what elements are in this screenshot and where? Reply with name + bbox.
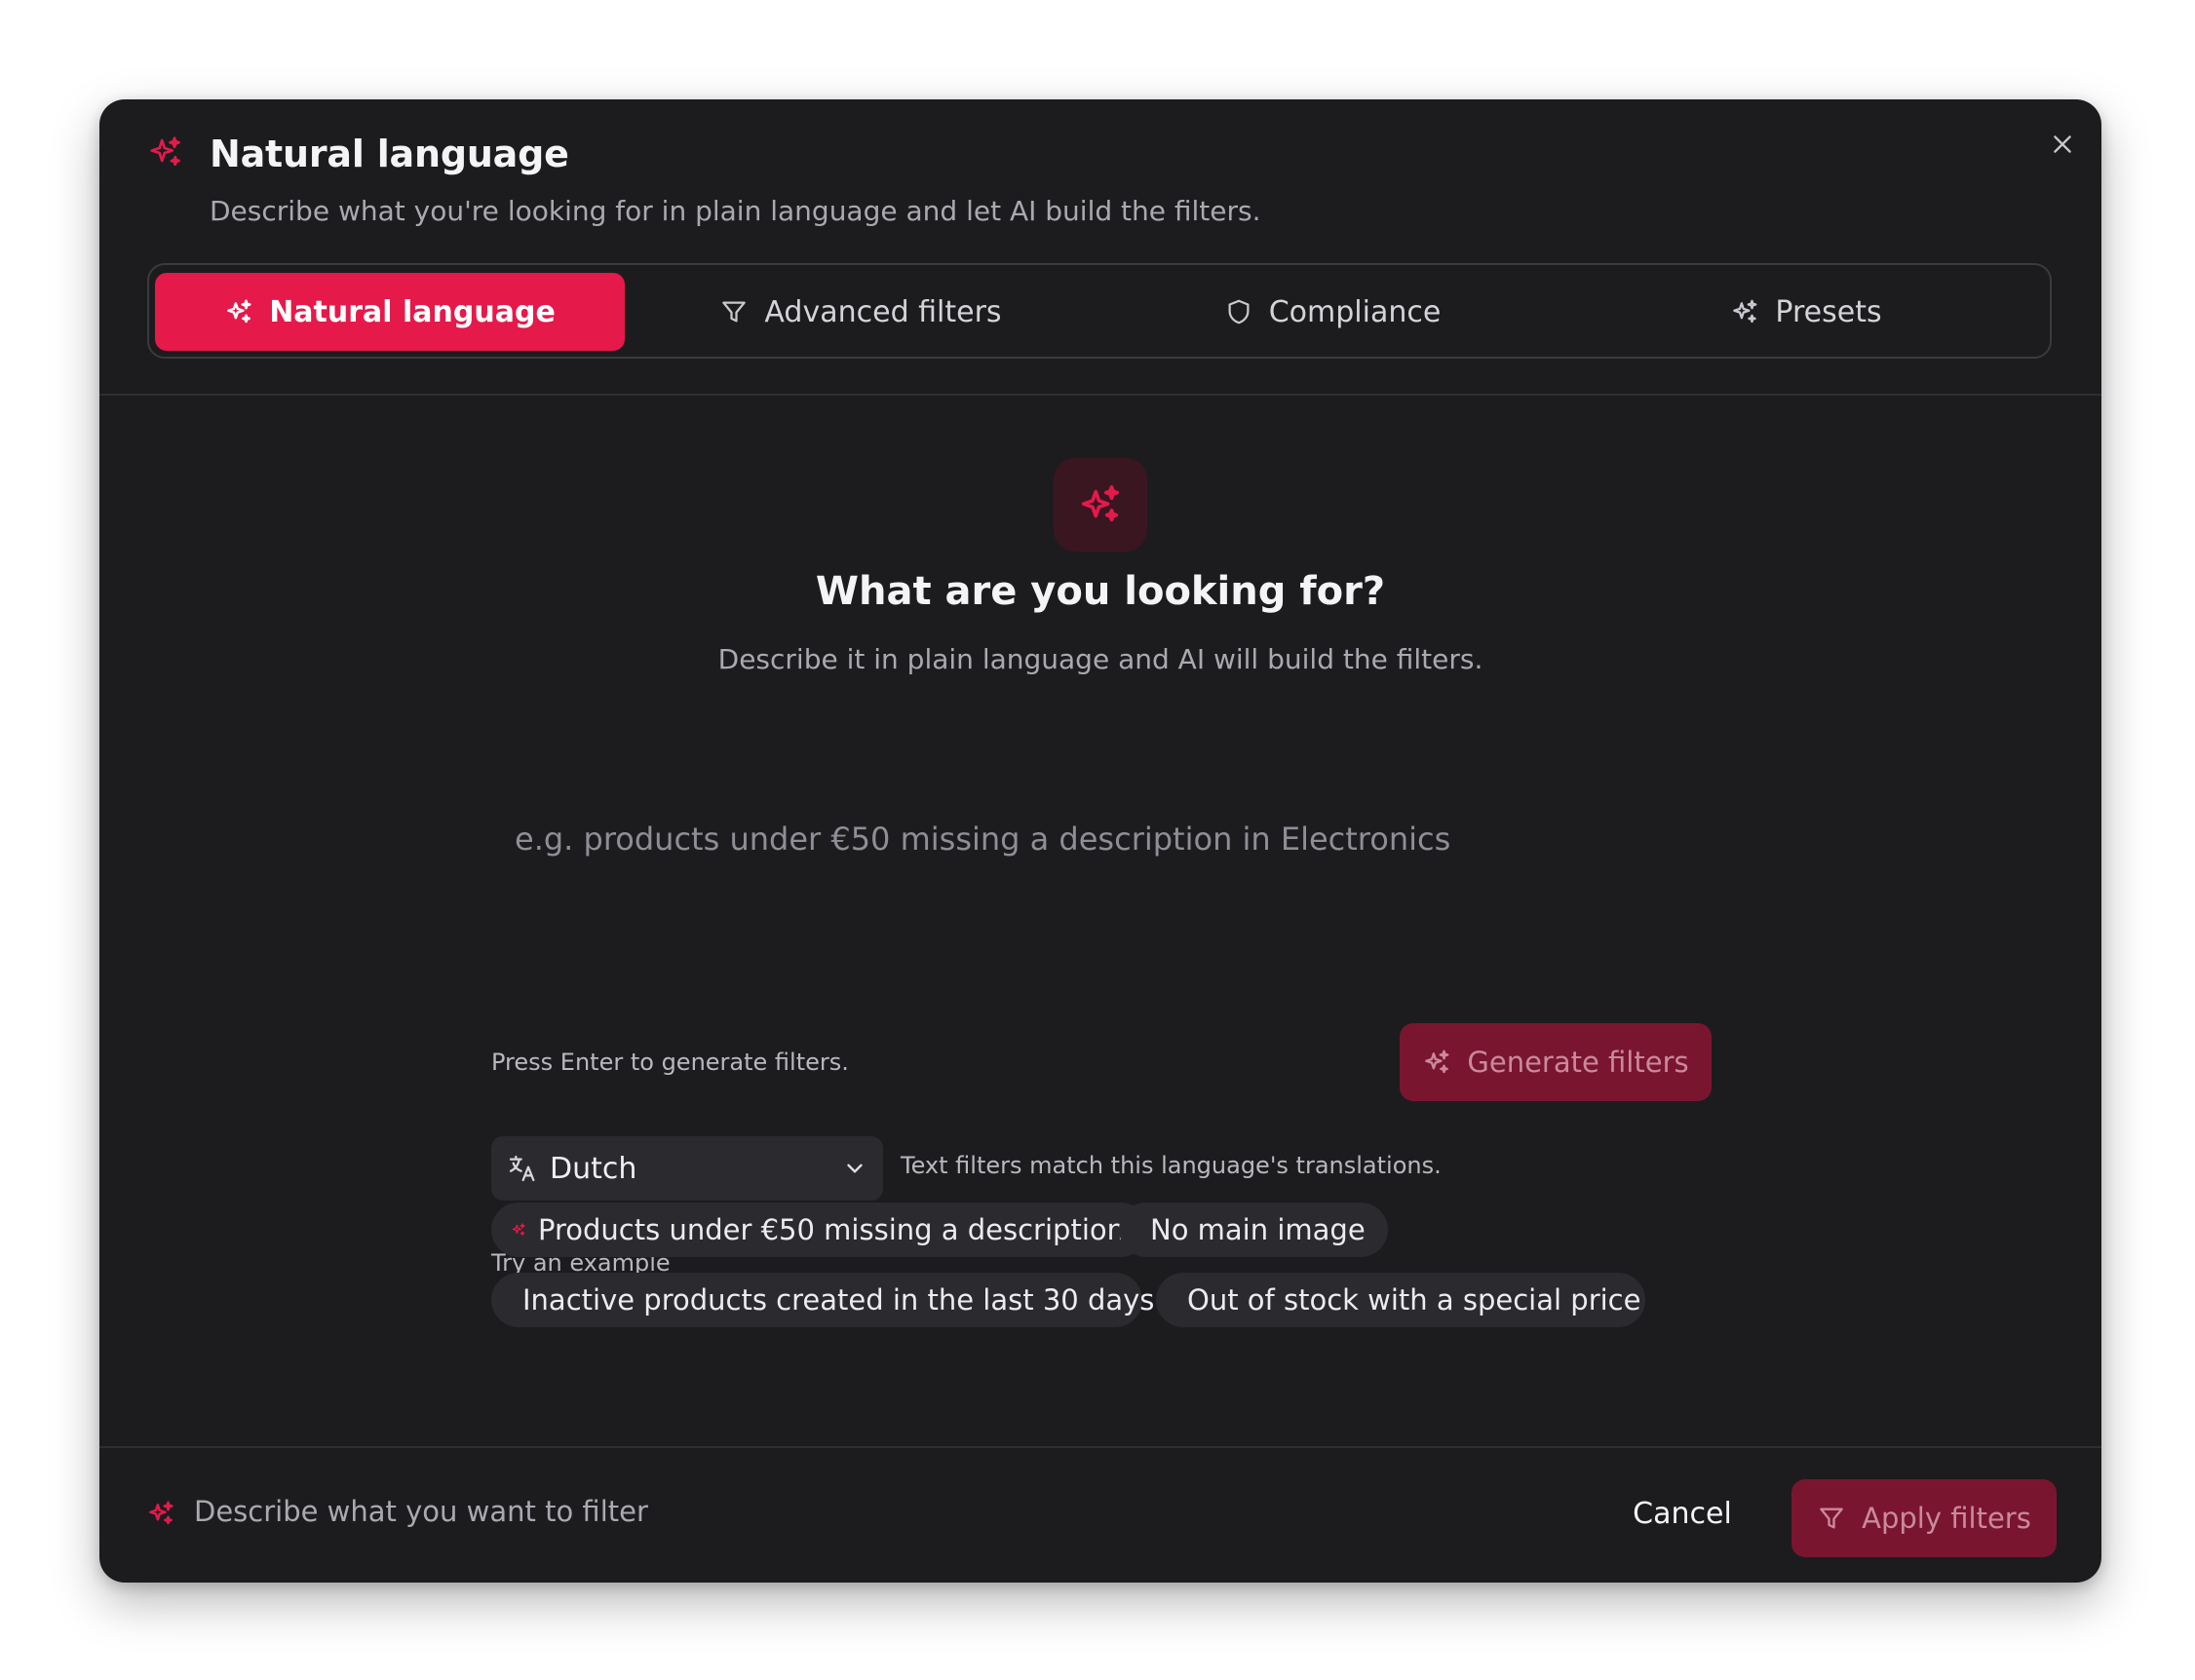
footer-hint: Describe what you want to filter: [194, 1495, 648, 1528]
tab-label: Presets: [1775, 294, 1882, 329]
sparkles-icon: [1733, 299, 1757, 324]
tab-compliance[interactable]: Compliance: [1097, 273, 1568, 351]
dialog-title: Natural language: [210, 133, 569, 175]
sparkles-icon: [1425, 1050, 1449, 1074]
tab-label: Compliance: [1268, 294, 1442, 329]
footer-divider: [99, 1446, 2101, 1448]
translate-icon: [509, 1155, 535, 1182]
shield-icon: [1228, 299, 1250, 325]
example-chip-label: Inactive products created in the last 30…: [522, 1283, 1155, 1317]
language-select[interactable]: Dutch: [491, 1136, 883, 1201]
apply-filters-button[interactable]: Apply filters: [1791, 1479, 2057, 1557]
generate-filters-label: Generate filters: [1467, 1046, 1689, 1079]
tab-label: Natural language: [269, 294, 556, 329]
apply-filters-label: Apply filters: [1862, 1502, 2031, 1535]
hero-subtitle: Describe it in plain language and AI wil…: [717, 643, 1483, 675]
sparkles-icon: [1081, 484, 1120, 522]
sparkles-icon: [149, 1501, 173, 1525]
cancel-button[interactable]: Cancel: [1622, 1479, 1743, 1547]
close-button[interactable]: [2043, 125, 2082, 164]
dialog-subtitle: Describe what you're looking for in plai…: [210, 195, 1261, 227]
prompt-input[interactable]: [491, 821, 1710, 986]
example-chip[interactable]: No main image: [1119, 1203, 1388, 1257]
chevron-down-icon: [847, 1164, 863, 1173]
tab-label: Advanced filters: [764, 294, 1002, 329]
natural-language-dialog: Natural language Describe what you're lo…: [99, 99, 2101, 1583]
generate-filters-button[interactable]: Generate filters: [1400, 1023, 1712, 1101]
filter-icon: [1820, 1508, 1843, 1529]
example-chip[interactable]: Products under €50 missing a description: [491, 1203, 1148, 1257]
sparkles-icon: [150, 136, 180, 167]
sparkles-icon: [512, 1223, 525, 1237]
tab-natural-language[interactable]: Natural language: [155, 273, 625, 351]
filter-icon: [722, 301, 747, 323]
language-select-value: Dutch: [550, 1151, 637, 1186]
hero-title: What are you looking for?: [815, 569, 1386, 614]
hero-icon-badge: [1054, 458, 1147, 552]
example-chip[interactable]: Out of stock with a special price: [1156, 1273, 1645, 1327]
enter-hint: Press Enter to generate filters.: [491, 1049, 849, 1076]
tab-presets[interactable]: Presets: [1570, 273, 2042, 351]
close-icon: [2054, 135, 2071, 153]
example-chip-label: No main image: [1150, 1213, 1366, 1246]
language-hint: Text filters match this language's trans…: [901, 1152, 1442, 1179]
example-chip-label: Products under €50 missing a description: [538, 1213, 1125, 1246]
example-chip[interactable]: Inactive products created in the last 30…: [491, 1273, 1154, 1327]
tab-advanced-filters[interactable]: Advanced filters: [627, 273, 1095, 351]
tab-bar: Natural language Advanced filters Compli…: [147, 263, 2052, 359]
sparkles-icon: [227, 299, 251, 324]
example-chip-label: Out of stock with a special price: [1187, 1283, 1641, 1317]
header-divider: [99, 394, 2101, 396]
